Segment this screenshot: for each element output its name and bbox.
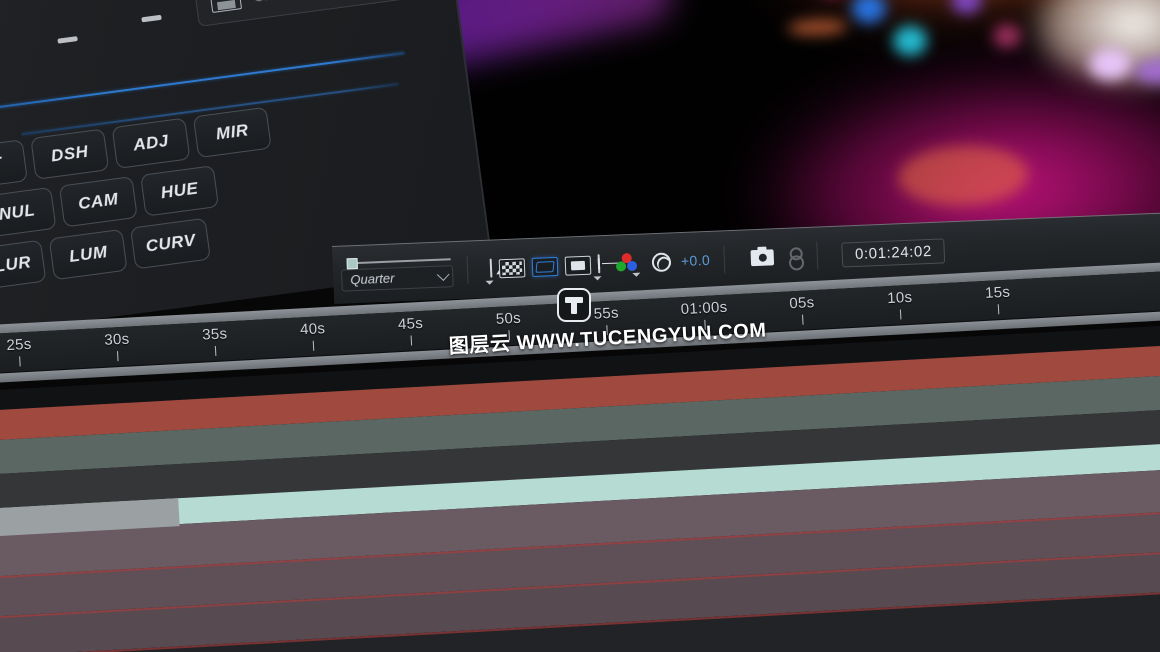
ruler-tick-label: 25s bbox=[6, 335, 33, 355]
title-action-safe-icon[interactable] bbox=[564, 255, 592, 276]
resolution-control-group: Quarter bbox=[340, 253, 459, 292]
tool-button-label: MIR bbox=[214, 120, 250, 144]
ruler-tick-mark bbox=[899, 309, 902, 320]
tool-button-label: FIT bbox=[0, 153, 4, 176]
ruler-tick: 45s bbox=[397, 314, 424, 346]
view-toggle-icons bbox=[485, 254, 602, 285]
ruler-tick-mark bbox=[214, 345, 217, 356]
ruler-tick-mark bbox=[410, 335, 413, 346]
toolbar-divider-2 bbox=[723, 245, 726, 274]
tool-button-dsh[interactable]: DSH bbox=[30, 128, 110, 180]
resolution-dropdown[interactable]: Quarter bbox=[340, 264, 454, 292]
tool-button-hue[interactable]: HUE bbox=[140, 165, 220, 217]
take-snapshot-icon[interactable] bbox=[750, 249, 775, 267]
tool-button-cam[interactable]: CAM bbox=[58, 176, 138, 228]
text-tool-icon bbox=[565, 296, 583, 314]
grids-and-guides-icon bbox=[597, 254, 601, 274]
ruler-tick-label: 15s bbox=[984, 283, 1011, 302]
region-of-interest-icon[interactable] bbox=[531, 256, 559, 277]
tool-button-label: HUE bbox=[159, 178, 200, 203]
bokeh-dot-cyan bbox=[892, 25, 928, 57]
tool-button-label: CAM bbox=[77, 189, 120, 214]
exposure-value[interactable]: +0.0 bbox=[681, 252, 711, 269]
ruler-tick-label: 30s bbox=[103, 330, 130, 349]
ruler-tick-label: 50s bbox=[495, 309, 522, 328]
tool-button-adj[interactable]: ADJ bbox=[111, 117, 191, 169]
current-timecode[interactable]: 0:01:24:02 bbox=[841, 237, 946, 268]
save-frame-label: Save Frame bbox=[254, 0, 330, 4]
grids-and-guides-button[interactable] bbox=[593, 254, 602, 281]
anchor-star-icon bbox=[140, 8, 158, 26]
tool-button-mir[interactable]: MIR bbox=[192, 106, 272, 159]
ruler-tick: 35s bbox=[201, 325, 228, 356]
ruler-tick: 55s bbox=[593, 304, 620, 336]
tool-button-label: DSH bbox=[49, 141, 90, 166]
slider-track bbox=[354, 257, 451, 264]
show-snapshot-icon[interactable] bbox=[788, 247, 804, 267]
grids-chevron-down-icon bbox=[593, 276, 602, 281]
tool-button-label: BLUR bbox=[0, 252, 33, 278]
ruler-tick-label: 40s bbox=[299, 320, 326, 339]
exposure-aperture-icon[interactable] bbox=[651, 251, 672, 272]
slider-knob[interactable] bbox=[346, 257, 358, 269]
tool-button-lum[interactable]: LUM bbox=[48, 228, 128, 281]
transparency-grid-icon[interactable] bbox=[498, 257, 526, 278]
rgb-channels-icon[interactable] bbox=[615, 252, 641, 277]
bokeh-dot-blue bbox=[851, 0, 887, 24]
ruler-tick-label: 45s bbox=[397, 314, 424, 334]
ruler-tick: 40s bbox=[299, 320, 326, 351]
toolbar-divider-1 bbox=[466, 255, 469, 284]
chevron-down-icon bbox=[436, 268, 450, 282]
anchor-star-icon bbox=[56, 30, 74, 48]
bokeh-streak-amber bbox=[787, 18, 848, 37]
fast-previews-button[interactable] bbox=[485, 258, 510, 285]
ruler-tick: 15s bbox=[984, 283, 1011, 315]
ruler-tick-mark bbox=[312, 340, 315, 351]
ruler-tick-mark bbox=[18, 356, 22, 367]
tool-button-label: CURV bbox=[144, 230, 197, 256]
ruler-tick-label: 55s bbox=[593, 304, 620, 323]
save-frame-icon bbox=[209, 0, 243, 14]
tool-button-label: ADJ bbox=[132, 130, 170, 155]
ruler-tick-label: 10s bbox=[886, 288, 913, 308]
ruler-tick-label: 35s bbox=[201, 325, 228, 344]
channel-blue-dot bbox=[626, 260, 638, 272]
channel-green-dot bbox=[615, 261, 627, 272]
application-window: Pre-Comp Center In Comp Save Frame RZFIT… bbox=[0, 0, 1160, 652]
tool-button-label: LUM bbox=[68, 242, 109, 266]
bokeh-dot-pink bbox=[992, 23, 1022, 49]
tool-button-blur[interactable]: BLUR bbox=[0, 239, 47, 292]
ruler-tick: 25s bbox=[6, 335, 33, 367]
ruler-tick: 50s bbox=[495, 309, 522, 341]
ruler-tick-label: 05s bbox=[788, 294, 815, 313]
ruler-tick: 30s bbox=[103, 330, 130, 362]
toolbar-divider-3 bbox=[816, 241, 819, 270]
ruler-tick: 05s bbox=[788, 294, 815, 325]
fast-previews-icon bbox=[489, 258, 510, 278]
ruler-tick: 10s bbox=[886, 288, 913, 320]
ruler-tick-mark bbox=[997, 304, 1000, 315]
ruler-tick-mark bbox=[116, 351, 119, 362]
resolution-value: Quarter bbox=[350, 270, 395, 288]
tool-button-fit[interactable]: FIT bbox=[0, 139, 28, 191]
text-tool-cursor bbox=[557, 288, 591, 322]
tool-button-nul[interactable]: NUL bbox=[0, 186, 57, 239]
tool-button-label: NUL bbox=[0, 200, 37, 224]
ruler-tick-mark bbox=[801, 314, 804, 325]
tool-button-curv[interactable]: CURV bbox=[130, 217, 212, 270]
channels-chevron-down-icon bbox=[632, 272, 641, 277]
fast-previews-chevron-down-icon bbox=[485, 280, 494, 285]
